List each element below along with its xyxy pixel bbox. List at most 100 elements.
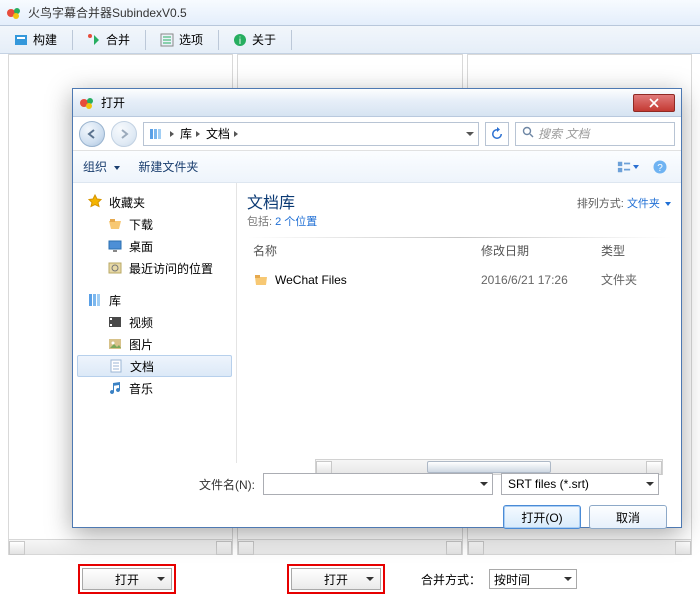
filename-label: 文件名(N): [73, 476, 263, 493]
sidebar-favorites[interactable]: 收藏夹 [73, 191, 236, 213]
chevron-down-icon [665, 202, 671, 206]
view-button[interactable] [617, 157, 639, 177]
breadcrumb-lib[interactable]: 库 [180, 125, 200, 142]
dialog-titlebar: 打开 [73, 89, 681, 117]
arrange-control[interactable]: 排列方式: 文件夹 [577, 189, 671, 211]
recent-icon [107, 260, 123, 276]
organize-button[interactable]: 组织 [83, 158, 120, 175]
chevron-down-icon [366, 577, 374, 581]
sidebar-pictures[interactable]: 图片 [73, 333, 236, 355]
about-button[interactable]: i 关于 [223, 28, 285, 51]
chevron-down-icon [157, 577, 165, 581]
filetype-select[interactable]: SRT files (*.srt) [501, 473, 659, 495]
options-icon [159, 32, 175, 48]
chevron-down-icon [564, 577, 572, 581]
chevron-down-icon [646, 482, 654, 486]
help-icon: ? [652, 159, 668, 175]
scroll-thumb[interactable] [427, 461, 552, 473]
merge-mode-select[interactable]: 按时间 [489, 569, 577, 589]
merge-button[interactable]: 合并 [77, 28, 139, 51]
search-placeholder: 搜索 文档 [538, 125, 589, 142]
column-headers[interactable]: 名称 修改日期 类型 [247, 240, 671, 263]
folder-icon [253, 272, 269, 288]
refresh-icon [490, 127, 504, 141]
lib-locations-link[interactable]: 2 个位置 [275, 216, 317, 228]
open-dropdown-2[interactable]: 打开 [291, 568, 381, 590]
chevron-down-icon[interactable] [466, 132, 474, 136]
videos-icon [107, 314, 123, 330]
new-folder-label: 新建文件夹 [138, 160, 198, 174]
file-type: 文件夹 [601, 271, 671, 288]
sidebar-item-label: 收藏夹 [109, 194, 145, 211]
close-button[interactable] [633, 94, 675, 112]
dialog-cmdbar: 组织 新建文件夹 ? [73, 151, 681, 183]
merge-label: 合并 [106, 31, 130, 48]
view-icon [617, 160, 631, 174]
lib-sub-prefix: 包括: [247, 216, 275, 228]
open-button[interactable]: 打开(O) [503, 505, 581, 529]
sidebar-recent[interactable]: 最近访问的位置 [73, 257, 236, 279]
breadcrumb-lib-label: 库 [180, 125, 192, 142]
dialog-navbar: 库 文档 搜索 文档 [73, 117, 681, 151]
sidebar-item-label: 文档 [130, 358, 154, 375]
close-icon [649, 98, 659, 108]
build-button[interactable]: 构建 [4, 28, 66, 51]
new-folder-button[interactable]: 新建文件夹 [138, 158, 198, 175]
library-icon [148, 126, 164, 142]
col-name[interactable]: 名称 [247, 242, 481, 259]
dialog-icon [79, 95, 95, 111]
open-dialog: 打开 库 文档 [72, 88, 682, 528]
scrollbar[interactable] [237, 539, 462, 555]
bottom-bar: 打开 打开 合并方式： 按时间 [0, 557, 700, 601]
nav-forward-button[interactable] [111, 121, 137, 147]
open-label: 打开 [115, 571, 139, 588]
search-icon [522, 126, 534, 141]
chevron-right-icon [170, 131, 174, 137]
col-date[interactable]: 修改日期 [481, 242, 601, 259]
options-button[interactable]: 选项 [150, 28, 212, 51]
music-icon [107, 380, 123, 396]
sidebar: 收藏夹 下载 桌面 最近访问的位置 库 视频 [73, 183, 237, 463]
sidebar-documents[interactable]: 文档 [77, 355, 232, 377]
star-icon [87, 194, 103, 210]
scrollbar[interactable] [8, 539, 233, 555]
address-bar[interactable]: 库 文档 [143, 122, 479, 146]
arrange-value[interactable]: 文件夹 [627, 198, 660, 210]
sidebar-item-label: 最近访问的位置 [129, 260, 213, 277]
open-dropdown-1[interactable]: 打开 [82, 568, 172, 590]
col-type[interactable]: 类型 [601, 242, 671, 259]
options-label: 选项 [179, 31, 203, 48]
open-button-label: 打开(O) [521, 509, 562, 526]
cancel-button[interactable]: 取消 [589, 505, 667, 529]
search-input[interactable]: 搜索 文档 [515, 122, 675, 146]
sidebar-videos[interactable]: 视频 [73, 311, 236, 333]
sidebar-downloads[interactable]: 下载 [73, 213, 236, 235]
sidebar-music[interactable]: 音乐 [73, 377, 236, 399]
sidebar-libraries[interactable]: 库 [73, 289, 236, 311]
nav-back-button[interactable] [79, 121, 105, 147]
help-button[interactable]: ? [649, 157, 671, 177]
file-list-area: 文档库 包括: 2 个位置 排列方式: 文件夹 名称 修改日期 类型 [237, 183, 681, 463]
filename-input[interactable] [263, 473, 493, 495]
dialog-title: 打开 [101, 94, 125, 111]
app-title: 火鸟字幕合并器SubindexV0.5 [28, 4, 187, 21]
libraries-icon [87, 292, 103, 308]
downloads-icon [107, 216, 123, 232]
scrollbar[interactable] [467, 539, 692, 555]
breadcrumb-docs[interactable]: 文档 [206, 125, 238, 142]
sidebar-item-label: 视频 [129, 314, 153, 331]
refresh-button[interactable] [485, 122, 509, 146]
svg-text:i: i [239, 36, 241, 47]
list-item[interactable]: WeChat Files 2016/6/21 17:26 文件夹 [247, 267, 671, 292]
annotation-2: 打开 [287, 564, 385, 594]
chevron-right-icon [196, 131, 200, 137]
dialog-body: 收藏夹 下载 桌面 最近访问的位置 库 视频 [73, 183, 681, 463]
separator-icon [145, 30, 146, 50]
separator-icon [72, 30, 73, 50]
chevron-down-icon [114, 166, 120, 170]
sidebar-desktop[interactable]: 桌面 [73, 235, 236, 257]
app-icon [6, 5, 22, 21]
library-subtitle: 包括: 2 个位置 [247, 213, 317, 229]
filetype-value: SRT files (*.srt) [508, 477, 589, 491]
about-label: 关于 [252, 31, 276, 48]
